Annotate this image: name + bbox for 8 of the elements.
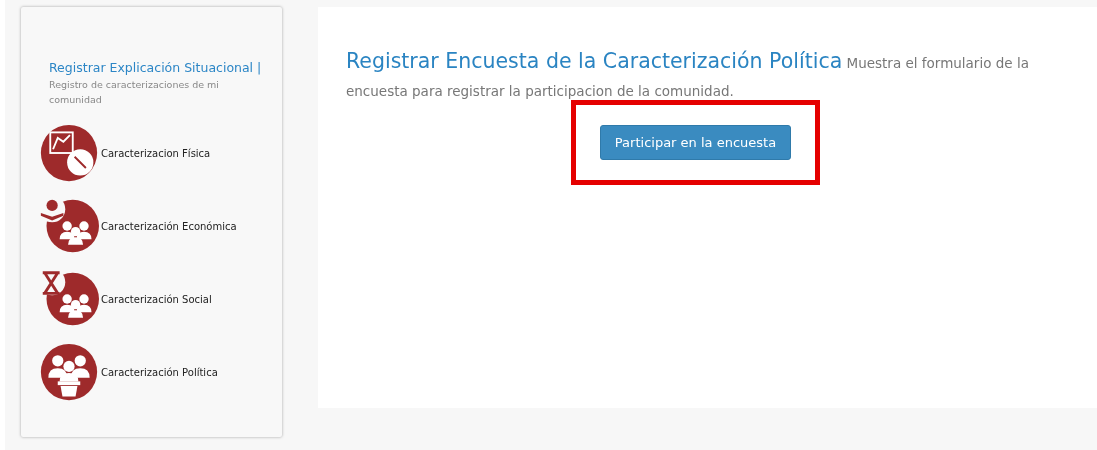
sidebar-title: Registrar Explicación Situacional |: [49, 60, 263, 75]
sidebar-subtitle: Registro de caracterizaciones de mi comunidad: [49, 78, 220, 107]
page-heading: Registrar Encuesta de la Caracterización Política Muestra el formulario de la encuesta para registrar la participacion de la comunidad.: [346, 48, 1030, 101]
sidebar-item[interactable]: Caracterización Económica: [37, 196, 272, 256]
sidebar-item[interactable]: Caracterización Social: [37, 269, 272, 329]
participate-button[interactable]: Participar en la encuesta: [599, 125, 792, 160]
sidebar-item[interactable]: Caracterización Política: [37, 342, 272, 402]
sidebar-item[interactable]: Caracterizacion Física: [37, 123, 272, 183]
